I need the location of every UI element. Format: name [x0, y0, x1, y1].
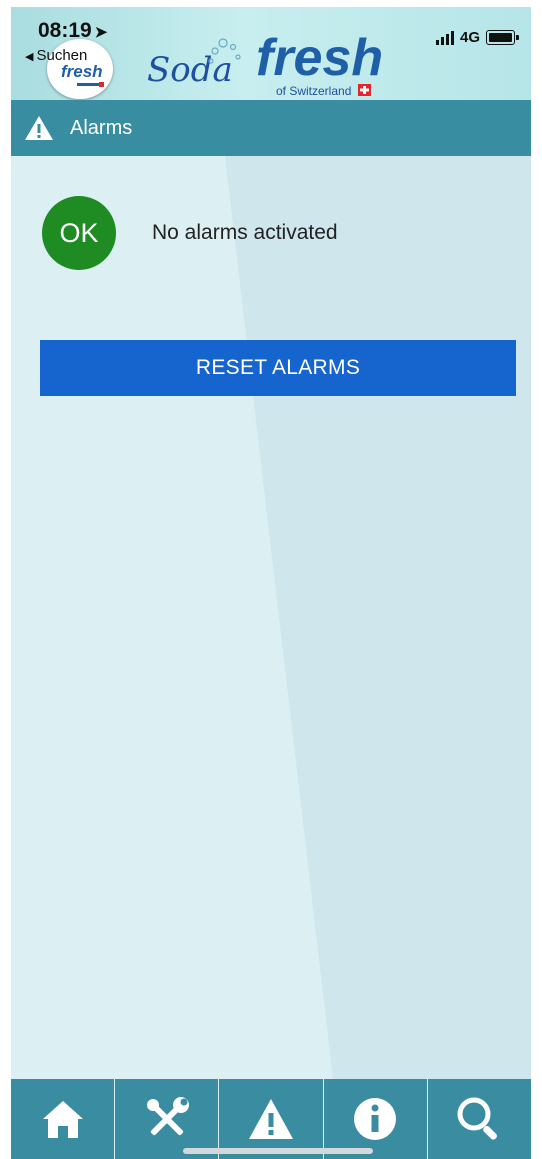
signal-bars-icon [435, 30, 454, 45]
fresh-logo-tagline: of Switzerland [276, 84, 351, 97]
battery-icon [486, 30, 519, 45]
soda-logo-text: Soda [147, 50, 233, 90]
info-icon [354, 1098, 397, 1140]
app-frame: 08:19 ➤ fresh ◀ Suchen Soda fresh of Swi… [11, 7, 531, 1159]
soda-logo: Soda [143, 31, 253, 102]
tab-alarms[interactable] [219, 1079, 324, 1159]
warning-icon [249, 1099, 293, 1139]
page-title: Alarms [70, 116, 133, 139]
alarm-status-row: OK No alarms activated [42, 196, 338, 270]
reset-alarms-button[interactable]: RESET ALARMS [40, 340, 516, 396]
home-indicator[interactable] [183, 1148, 373, 1154]
alarms-content: OK No alarms activated RESET ALARMS [11, 156, 531, 1079]
warning-icon [25, 116, 53, 140]
background-shade [225, 156, 531, 1079]
small-logo-text: fresh [61, 62, 103, 81]
brand-header: 08:19 ➤ fresh ◀ Suchen Soda fresh of Swi… [11, 7, 531, 100]
bottom-tab-bar [11, 1079, 531, 1159]
tab-home[interactable] [11, 1079, 116, 1159]
ok-status-badge: OK [42, 196, 116, 270]
fresh-logo: fresh of Switzerland [254, 29, 389, 102]
tab-tools[interactable] [115, 1079, 220, 1159]
tools-icon [146, 1097, 189, 1136]
status-indicators: 4G [435, 29, 519, 46]
back-link[interactable]: ◀ Suchen [25, 47, 87, 64]
search-icon [457, 1097, 498, 1140]
tab-search[interactable] [428, 1079, 531, 1159]
alarm-status-message: No alarms activated [152, 221, 338, 244]
page-title-bar: Alarms [11, 100, 531, 156]
back-link-label: Suchen [36, 47, 88, 64]
fresh-logo-text: fresh [256, 31, 383, 87]
network-type: 4G [459, 29, 480, 46]
tab-info[interactable] [324, 1079, 428, 1159]
back-chevron-icon: ◀ [25, 51, 34, 63]
home-icon [42, 1101, 83, 1138]
